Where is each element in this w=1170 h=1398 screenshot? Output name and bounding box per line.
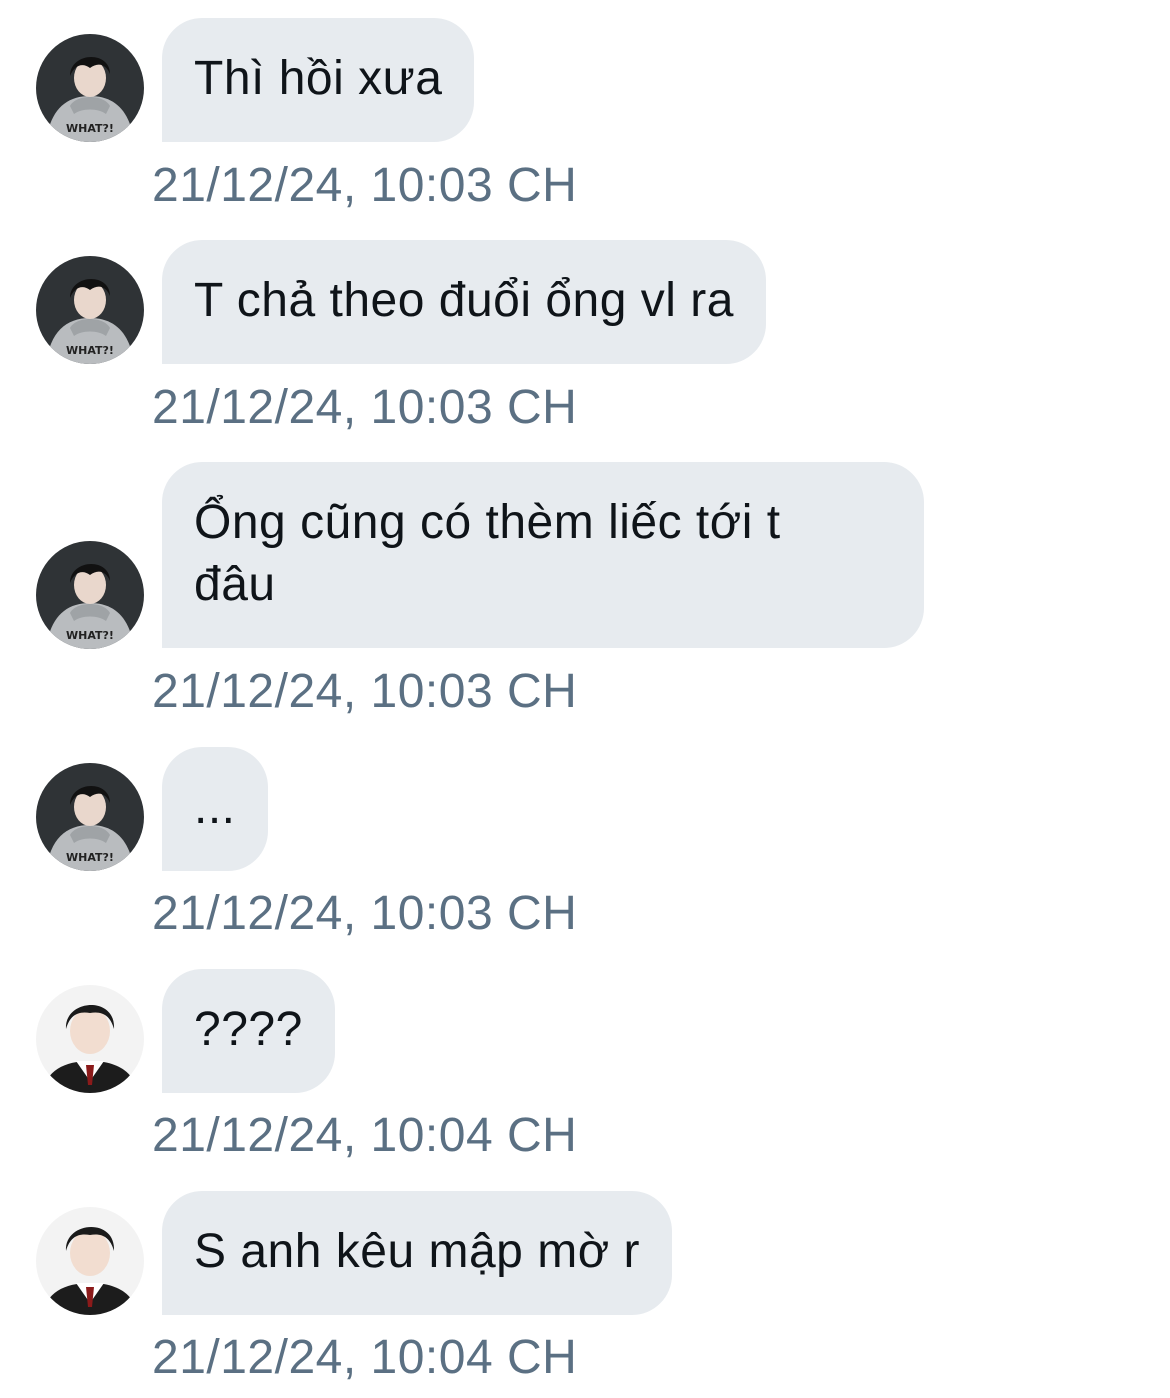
message-timestamp: 21/12/24, 10:03 CH: [152, 381, 578, 434]
message-timestamp: 21/12/24, 10:03 CH: [152, 887, 578, 940]
avatar-grey-hoodie-icon: WHAT?!: [36, 34, 144, 142]
sender-avatar[interactable]: [36, 985, 144, 1093]
sender-avatar[interactable]: WHAT?!: [36, 763, 144, 871]
svg-text:WHAT?!: WHAT?!: [66, 851, 114, 864]
avatar-grey-hoodie-icon: WHAT?!: [36, 256, 144, 364]
message-timestamp: 21/12/24, 10:03 CH: [152, 159, 578, 212]
sender-avatar[interactable]: WHAT?!: [36, 256, 144, 364]
message-bubble[interactable]: ...: [162, 747, 268, 871]
avatar-grey-hoodie-icon: WHAT?!: [36, 541, 144, 649]
sender-avatar[interactable]: WHAT?!: [36, 34, 144, 142]
message-bubble[interactable]: T chả theo đuổi ổng vl ra: [162, 240, 766, 364]
sender-avatar[interactable]: [36, 1207, 144, 1315]
message-bubble[interactable]: Ổng cũng có thèm liếc tới t đâu: [162, 462, 924, 648]
message-timestamp: 21/12/24, 10:04 CH: [152, 1331, 578, 1384]
sender-avatar[interactable]: WHAT?!: [36, 541, 144, 649]
avatar-school-uniform-icon: [36, 985, 144, 1093]
message-bubble[interactable]: S anh kêu mập mờ r: [162, 1191, 672, 1315]
svg-text:WHAT?!: WHAT?!: [66, 344, 114, 357]
message-timestamp: 21/12/24, 10:04 CH: [152, 1109, 578, 1162]
message-bubble[interactable]: ????: [162, 969, 335, 1093]
svg-text:WHAT?!: WHAT?!: [66, 629, 114, 642]
svg-text:WHAT?!: WHAT?!: [66, 122, 114, 135]
message-bubble[interactable]: Thì hồi xưa: [162, 18, 475, 142]
avatar-grey-hoodie-icon: WHAT?!: [36, 763, 144, 871]
avatar-school-uniform-icon: [36, 1207, 144, 1315]
message-timestamp: 21/12/24, 10:03 CH: [152, 665, 578, 718]
